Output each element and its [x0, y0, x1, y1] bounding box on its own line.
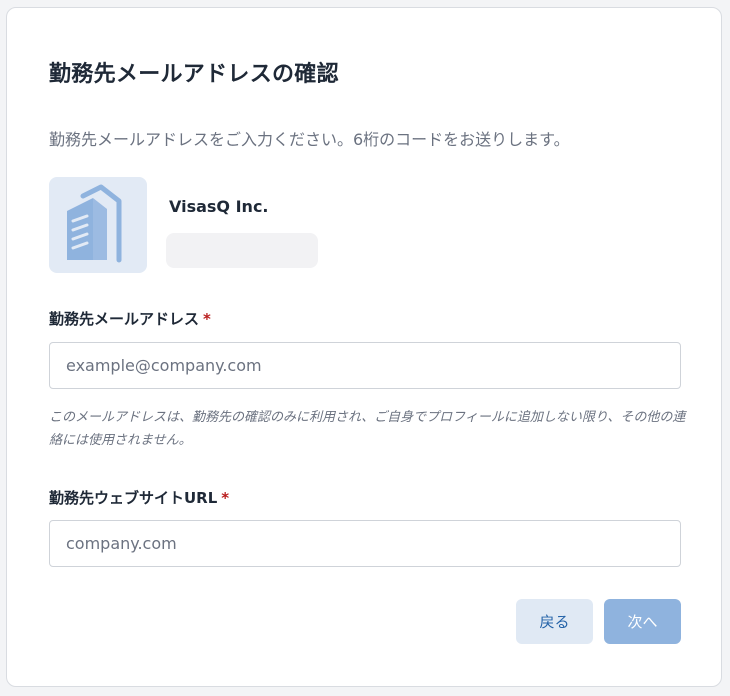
email-label-text: 勤務先メールアドレス	[49, 310, 200, 328]
verification-dialog: 勤務先メールアドレスの確認 勤務先メールアドレスをご入力ください。6桁のコードを…	[6, 7, 722, 687]
email-field-label: 勤務先メールアドレス *	[49, 308, 211, 329]
back-button[interactable]: 戻る	[516, 599, 593, 644]
company-detail-placeholder	[166, 233, 318, 268]
building-icon	[67, 184, 122, 263]
required-mark: *	[203, 310, 211, 328]
required-mark: *	[221, 489, 230, 507]
email-hint: このメールアドレスは、勤務先の確認のみに利用され、ご自身でプロフィールに追加しな…	[49, 410, 686, 448]
website-label-text: 勤務先ウェブサイトURL	[49, 489, 218, 507]
next-button[interactable]: 次へ	[604, 599, 681, 644]
dialog-title: 勤務先メールアドレスの確認	[49, 62, 339, 87]
company-name: VisasQ Inc.	[169, 197, 269, 216]
website-input[interactable]	[49, 520, 681, 567]
company-logo	[49, 177, 147, 273]
website-field-label: 勤務先ウェブサイトURL *	[49, 487, 229, 508]
dialog-description: 勤務先メールアドレスをご入力ください。6桁のコードをお送りします。	[49, 130, 570, 149]
email-input[interactable]	[49, 342, 681, 389]
